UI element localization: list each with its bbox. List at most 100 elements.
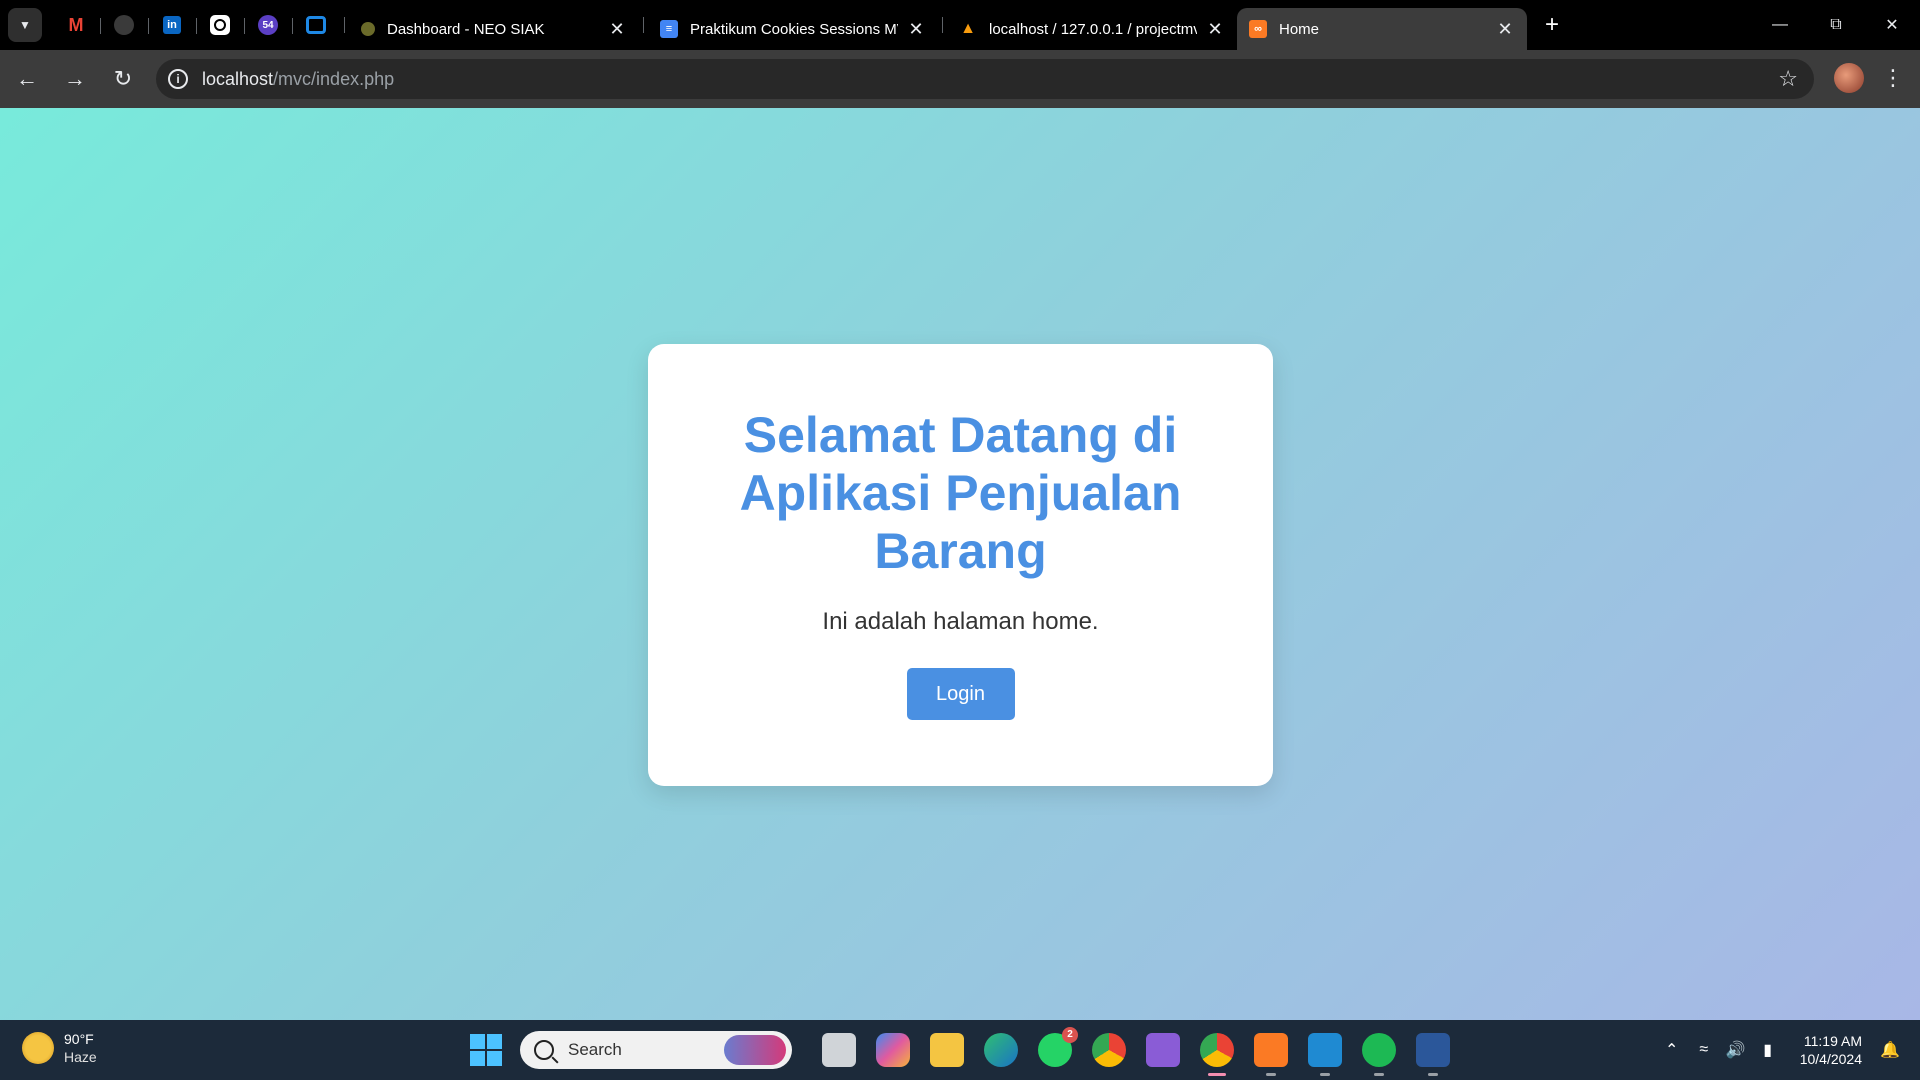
vscode-icon[interactable] [1308, 1033, 1342, 1076]
search-icon [534, 1040, 554, 1060]
browser-toolbar: ← → ↻ i localhost/mvc/index.php ☆ ⋮ [0, 50, 1920, 108]
running-indicator [1208, 1073, 1226, 1076]
page-viewport: Selamat Datang di Aplikasi Penjualan Bar… [0, 108, 1920, 1020]
haze-sun-icon [22, 1032, 54, 1064]
tab-dashboard-neo-siak[interactable]: Dashboard - NEO SIAK ✕ [349, 8, 639, 50]
tab-search-button[interactable]: ▼ [8, 8, 42, 42]
tab-home[interactable]: ∞ Home ✕ [1237, 8, 1527, 50]
tab-title: Praktikum Cookies Sessions MVC [690, 20, 898, 38]
pinned-tabs: M in 54 [52, 8, 340, 42]
running-indicator [1374, 1073, 1384, 1076]
clock-date: 10/4/2024 [1799, 1051, 1862, 1067]
chrome-profile-icon[interactable] [1200, 1033, 1234, 1076]
taskbar-apps: Search 2 [470, 1027, 1460, 1076]
restore-button[interactable]: ⧉ [1808, 0, 1864, 50]
tab-separator [942, 17, 943, 33]
running-indicator [1320, 1073, 1330, 1076]
weather-temp: 90°F [64, 1031, 94, 1047]
task-view-icon[interactable] [822, 1033, 856, 1067]
notification-badge: 2 [1062, 1027, 1078, 1043]
chrome-icon[interactable] [1092, 1033, 1126, 1067]
login-button[interactable]: Login [906, 668, 1015, 720]
visual-studio-icon[interactable] [1146, 1033, 1180, 1067]
close-icon[interactable]: ✕ [607, 19, 627, 39]
close-icon: ✕ [1885, 17, 1899, 34]
reload-icon: ↻ [113, 66, 133, 91]
search-highlight-image [724, 1035, 786, 1065]
spotify-icon[interactable] [1362, 1033, 1396, 1076]
site-info-icon[interactable]: i [168, 69, 188, 89]
close-icon[interactable]: ✕ [1205, 19, 1225, 39]
taskbar-search[interactable]: Search [520, 1031, 792, 1069]
tab-praktikum-cookies[interactable]: ≡ Praktikum Cookies Sessions MVC ✕ [648, 8, 938, 50]
pinned-tab-gmail[interactable]: M [52, 8, 100, 42]
arrow-left-icon: ← [16, 66, 38, 91]
chatgpt-icon [210, 15, 230, 35]
arrow-right-icon: → [64, 66, 86, 91]
taskbar: 90°F Haze Search 2 ⌃ ≈ 🔊 ▮ 11:19 AM 10/4… [0, 1020, 1920, 1080]
restore-icon: ⧉ [1830, 16, 1842, 33]
clock-time: 11:19 AM [1803, 1033, 1862, 1049]
url-path: /mvc/index.php [273, 68, 395, 89]
plus-icon: + [1544, 11, 1559, 38]
clock[interactable]: 11:19 AM 10/4/2024 [1800, 1032, 1862, 1068]
volume-icon[interactable]: 🔊 [1722, 1040, 1750, 1060]
url-host: localhost [202, 68, 274, 89]
close-window-button[interactable]: ✕ [1864, 0, 1920, 50]
tab-phpmyadmin[interactable]: ▲ localhost / 127.0.0.1 / projectmvc ✕ [947, 8, 1237, 50]
tab-title: Home [1279, 20, 1320, 38]
minimize-icon: — [1772, 16, 1788, 33]
reload-button[interactable]: ↻ [102, 58, 144, 100]
search-placeholder: Search [568, 1040, 622, 1059]
weather-desc: Haze [64, 1049, 97, 1065]
address-bar[interactable]: i localhost/mvc/index.php ☆ [156, 59, 1814, 99]
pinned-tab-azure[interactable] [292, 8, 340, 42]
tab-strip: ▼ M in 54 Dashboard - NEO SIAK ✕ ≡ Prakt… [0, 0, 1920, 50]
notification-bell-icon[interactable]: 🔔 [1876, 1040, 1904, 1060]
tab-separator [643, 17, 644, 33]
running-indicator [1266, 1073, 1276, 1076]
word-icon[interactable] [1416, 1033, 1450, 1076]
battery-icon[interactable]: ▮ [1754, 1040, 1782, 1060]
tab-title: Dashboard - NEO SIAK [387, 20, 545, 38]
university-seal-icon [361, 22, 375, 36]
linkedin-icon: in [163, 16, 181, 34]
minimize-button[interactable]: — [1752, 0, 1808, 50]
new-tab-button[interactable]: + [1535, 8, 1569, 42]
running-indicator [1428, 1073, 1438, 1076]
chevron-up-icon[interactable]: ⌃ [1658, 1040, 1686, 1060]
window-controls: — ⧉ ✕ [1752, 0, 1920, 50]
pinned-tab-chatgpt[interactable] [196, 8, 244, 42]
page-title: Selamat Datang di Aplikasi Penjualan Bar… [739, 407, 1182, 579]
azure-icon [306, 16, 326, 34]
close-icon[interactable]: ✕ [1495, 19, 1515, 39]
gmail-icon: M [68, 14, 84, 35]
github-icon [114, 15, 134, 35]
wifi-icon[interactable]: ≈ [1690, 1041, 1718, 1059]
start-button[interactable] [470, 1034, 502, 1066]
welcome-card: Selamat Datang di Aplikasi Penjualan Bar… [648, 344, 1273, 786]
weather-widget[interactable]: 90°F Haze [22, 1030, 97, 1066]
calendar-icon: 54 [258, 15, 278, 35]
back-button[interactable]: ← [6, 58, 48, 100]
whatsapp-icon[interactable]: 2 [1038, 1027, 1078, 1067]
google-docs-icon: ≡ [660, 20, 678, 38]
edge-icon[interactable] [984, 1033, 1018, 1067]
pinned-tab-github[interactable] [100, 8, 148, 42]
tab-title: localhost / 127.0.0.1 / projectmvc [989, 20, 1197, 38]
pinned-tab-linkedin[interactable]: in [148, 8, 196, 42]
profile-avatar[interactable] [1834, 63, 1864, 93]
xampp-icon[interactable] [1254, 1033, 1288, 1076]
close-icon[interactable]: ✕ [906, 19, 926, 39]
bookmark-star-icon[interactable]: ☆ [1778, 66, 1798, 92]
chevron-down-icon: ▼ [19, 18, 31, 32]
url-text: localhost/mvc/index.php [202, 69, 394, 90]
file-explorer-icon[interactable] [930, 1033, 964, 1067]
pinned-tab-calendar[interactable]: 54 [244, 8, 292, 42]
tab-separator [344, 17, 345, 33]
forward-button[interactable]: → [54, 58, 96, 100]
menu-kebab-icon[interactable]: ⋮ [1882, 64, 1904, 92]
page-subtitle: Ini adalah halaman home. [822, 608, 1099, 635]
xampp-icon: ∞ [1249, 20, 1267, 38]
copilot-icon[interactable] [876, 1033, 910, 1067]
